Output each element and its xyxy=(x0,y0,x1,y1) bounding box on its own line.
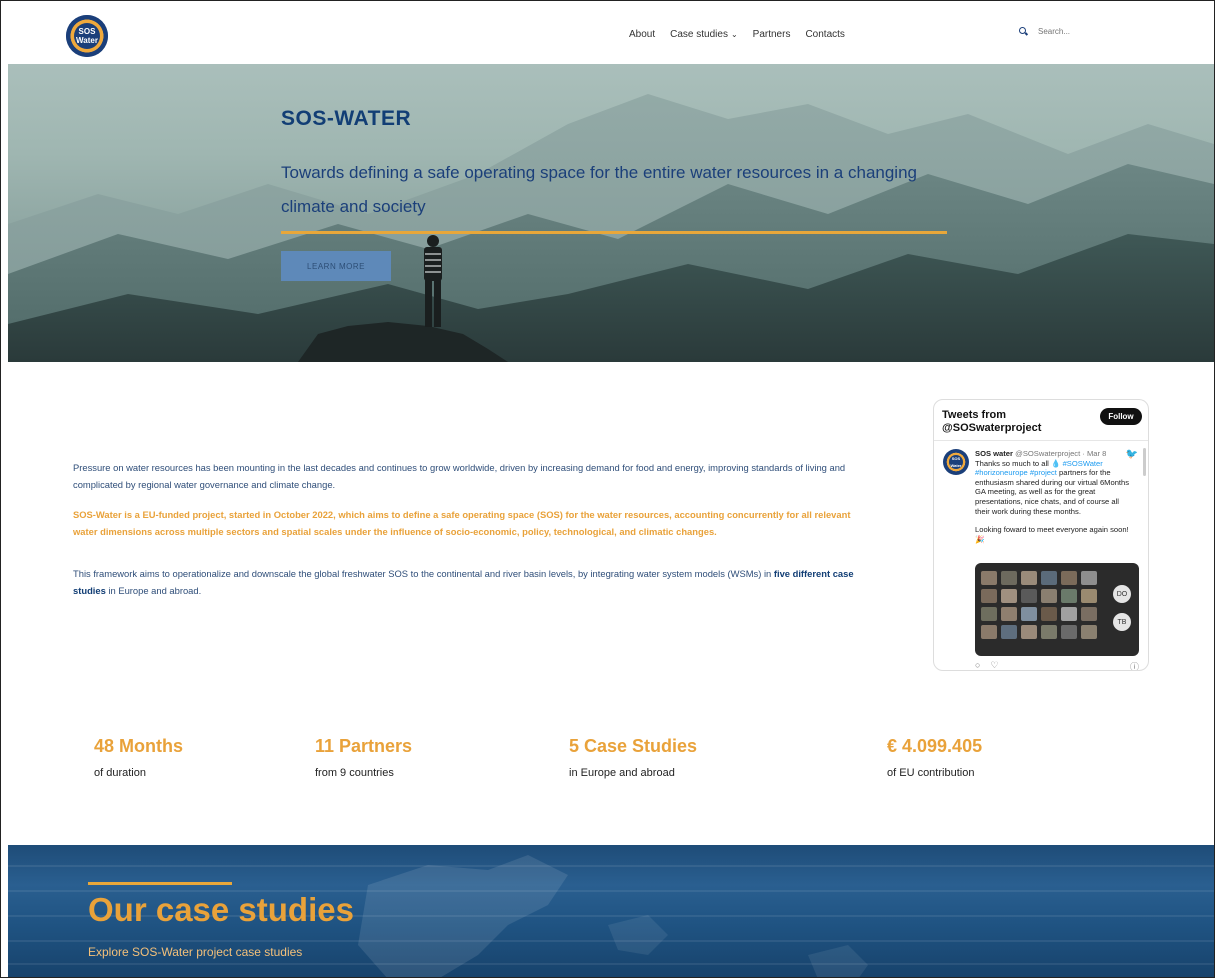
search-icon[interactable] xyxy=(1019,27,1028,36)
tweet-body: SOS water @SOSwaterproject · Mar 8 Thank… xyxy=(975,449,1135,544)
twitter-header: Tweets from @SOSwaterproject xyxy=(942,409,1042,434)
page-frame: SOS Water About Case studies ⌄ Partners C… xyxy=(0,0,1215,978)
logo-text-water: Water xyxy=(76,36,98,45)
stat-partners: 11 Partners from 9 countries xyxy=(315,736,412,779)
stat-label: in Europe and abroad xyxy=(569,767,675,779)
case-studies-title: Our case studies xyxy=(88,891,354,928)
divider xyxy=(934,440,1148,441)
participant-badge-tb: TB xyxy=(1113,613,1131,631)
avatar[interactable]: SOS Water xyxy=(943,449,969,475)
search-box xyxy=(1019,26,1160,37)
intro-paragraph-3: This framework aims to operationalize an… xyxy=(73,565,873,599)
tweet-actions: ○ ♡ xyxy=(975,660,999,670)
like-icon[interactable]: ♡ xyxy=(990,660,998,670)
twitter-timeline[interactable]: Tweets from @SOSwaterproject Follow SOS W… xyxy=(933,399,1149,671)
follow-button[interactable]: Follow xyxy=(1100,408,1142,425)
learn-more-button[interactable]: LEARN MORE xyxy=(281,251,391,281)
intro-p3-text: This framework aims to operationalize an… xyxy=(73,568,774,579)
stat-duration: 48 Months of duration xyxy=(94,736,183,779)
menu-about[interactable]: About xyxy=(629,29,655,40)
stat-case-studies: 5 Case Studies in Europe and abroad xyxy=(569,736,697,779)
intro-paragraph-1: Pressure on water resources has been mou… xyxy=(73,462,846,490)
stat-value: 11 Partners xyxy=(315,736,413,756)
hashtag-horizoneurope[interactable]: #horizoneurope xyxy=(975,468,1028,477)
tweet-text-c: Looking foward to meet everyone again so… xyxy=(975,525,1129,544)
hero-divider xyxy=(281,231,947,234)
stat-value: 5 Case Studies xyxy=(569,736,698,756)
stat-label: of EU contribution xyxy=(887,767,975,779)
section-divider xyxy=(88,882,232,885)
menu-contacts[interactable]: Contacts xyxy=(805,29,844,40)
tweet-handle[interactable]: @SOSwaterproject · Mar 8 xyxy=(1015,449,1106,458)
hashtag-soswater[interactable]: #SOSWater xyxy=(1063,459,1103,468)
hashtag-project[interactable]: #project xyxy=(1030,468,1057,477)
reply-icon[interactable]: ○ xyxy=(975,660,980,670)
menu-case-studies-label: Case studies xyxy=(670,29,728,40)
hero-subtitle: Towards defining a safe operating space … xyxy=(281,163,917,216)
search-input[interactable] xyxy=(1036,26,1160,37)
info-icon[interactable]: ⓘ xyxy=(1130,660,1139,670)
tweet-text-a: Thanks so much to all 💧 xyxy=(975,458,1061,468)
stat-label: from 9 countries xyxy=(315,767,394,779)
top-nav: SOS Water About Case studies ⌄ Partners C… xyxy=(1,1,1214,64)
intro-text: Pressure on water resources has been mou… xyxy=(73,459,873,612)
logo-badge: SOS Water xyxy=(74,23,100,49)
main-menu: About Case studies ⌄ Partners Contacts xyxy=(629,29,845,40)
case-studies-section: Our case studies Explore SOS-Water proje… xyxy=(8,845,1214,977)
menu-partners[interactable]: Partners xyxy=(753,29,791,40)
tweet-author[interactable]: SOS water xyxy=(975,449,1013,458)
chevron-down-icon: ⌄ xyxy=(730,30,738,39)
participant-badge-do: DO xyxy=(1113,585,1131,603)
intro-paragraph-2: SOS-Water is a EU-funded project, starte… xyxy=(73,509,851,537)
case-studies-subtitle: Explore SOS-Water project case studies xyxy=(88,945,303,959)
tweet-image[interactable]: DO TB xyxy=(975,563,1139,656)
stat-eu-contribution: € 4.099.405 of EU contribution xyxy=(887,736,982,779)
avatar-logo: SOS Water xyxy=(949,455,963,469)
stat-label: of duration xyxy=(94,767,146,779)
menu-case-studies[interactable]: Case studies ⌄ xyxy=(670,29,738,40)
stat-value: € 4.099.405 xyxy=(887,736,983,756)
hero-banner: SOS-WATER Towards defining a safe operat… xyxy=(8,64,1214,362)
hero-title: SOS-WATER xyxy=(281,107,412,130)
scrollbar[interactable] xyxy=(1143,448,1146,476)
sos-water-logo[interactable]: SOS Water xyxy=(66,15,108,57)
intro-p3-end: in Europe and abroad. xyxy=(105,585,202,596)
stat-value: 48 Months xyxy=(94,736,184,756)
logo-text-sos: SOS xyxy=(78,27,96,36)
